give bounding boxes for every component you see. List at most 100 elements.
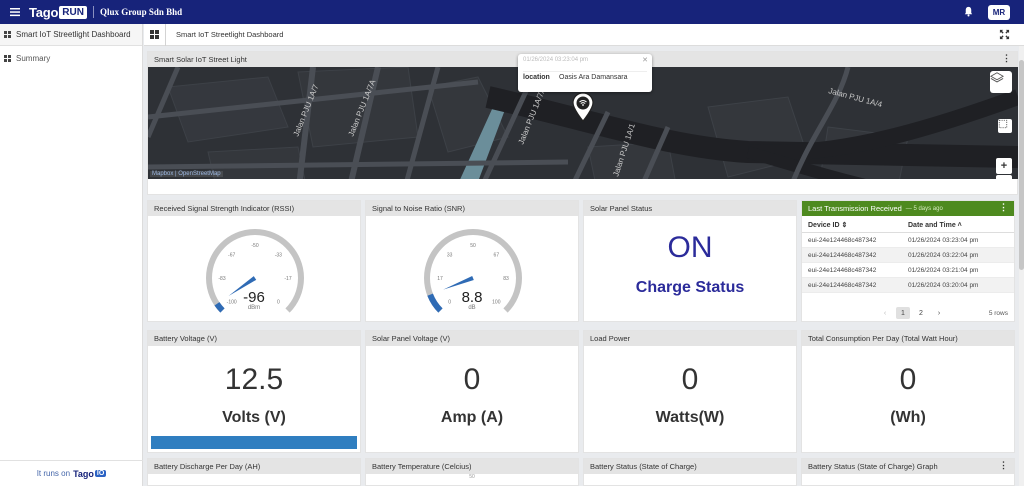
brand-logo[interactable]: Tago RUN bbox=[29, 5, 87, 20]
gauge-tick-label: -50 bbox=[251, 243, 258, 249]
cell-device: eui-24e124468c487342 bbox=[808, 236, 877, 244]
widget-header: Battery Status (State of Charge) Graph ⋮ bbox=[802, 459, 1014, 474]
dashboard-title: Smart IoT Streetlight Dashboard bbox=[176, 30, 284, 39]
table-row[interactable]: eui-24e124468c487342 01/26/2024 03:21:04… bbox=[802, 263, 1014, 278]
rssi-widget: Received Signal Strength Indicator (RSSI… bbox=[147, 200, 361, 322]
solar-status-widget: Solar Panel Status ON Charge Status bbox=[583, 200, 797, 322]
sidebar-footer[interactable]: It runs on Tago IO bbox=[0, 460, 143, 486]
sidebar: Smart IoT Streetlight Dashboard Summary … bbox=[0, 24, 143, 486]
widget-menu-icon[interactable]: ⋮ bbox=[999, 202, 1008, 213]
top-bar: Tago RUN Qlux Group Sdn Bhd MR bbox=[0, 0, 1024, 24]
popup-key: location bbox=[523, 74, 550, 81]
select-area-icon bbox=[998, 119, 1008, 129]
sidebar-item-summary[interactable]: Summary bbox=[0, 48, 142, 68]
zoom-out-button[interactable]: − bbox=[996, 175, 1012, 179]
gauge-tick-label: 17 bbox=[437, 276, 443, 282]
attribution-mapbox[interactable]: Mapbox bbox=[152, 171, 173, 177]
gauge-tick-label: 67 bbox=[494, 253, 500, 259]
sidebar-header[interactable]: Smart IoT Streetlight Dashboard bbox=[0, 24, 142, 46]
widget-title: Total Consumption Per Day (Total Watt Ho… bbox=[808, 334, 958, 343]
dashboard-grid-icon[interactable] bbox=[144, 23, 166, 46]
last-transmission-widget: Last Transmission Received — 5 days ago … bbox=[801, 200, 1015, 322]
company-name: Qlux Group Sdn Bhd bbox=[99, 7, 183, 17]
column-header-device[interactable]: Device ID ⇕ bbox=[802, 221, 908, 229]
battery-temperature-widget: Battery Temperature (Celcius) 50 bbox=[365, 458, 579, 486]
widget-title: Battery Temperature (Celcius) bbox=[372, 462, 472, 471]
close-icon[interactable]: ✕ bbox=[642, 56, 648, 64]
layers-button[interactable] bbox=[990, 71, 1012, 93]
next-page-button[interactable]: › bbox=[932, 307, 946, 319]
widget-title: Battery Voltage (V) bbox=[154, 334, 217, 343]
widget-header: Battery Temperature (Celcius) bbox=[366, 459, 578, 474]
hamburger-menu-icon[interactable] bbox=[3, 0, 27, 24]
gauge-tick-label: -67 bbox=[228, 253, 235, 259]
widget-title: Last Transmission Received bbox=[808, 204, 902, 213]
battery-voltage-unit: Volts (V) bbox=[222, 409, 286, 426]
widget-header: Last Transmission Received — 5 days ago … bbox=[802, 201, 1014, 216]
widget-title: Signal to Noise Ratio (SNR) bbox=[372, 204, 465, 213]
battery-discharge-widget: Battery Discharge Per Day (AH) bbox=[147, 458, 361, 486]
fullscreen-icon[interactable] bbox=[999, 29, 1010, 40]
panel-voltage-unit: Amp (A) bbox=[440, 409, 504, 426]
bell-icon[interactable] bbox=[963, 6, 974, 19]
table-header-row: Device ID ⇕ Date and Time ˄ bbox=[802, 218, 1014, 233]
cell-device: eui-24e124468c487342 bbox=[808, 266, 877, 274]
widget-title: Battery Discharge Per Day (AH) bbox=[154, 462, 261, 471]
temperature-tick: 50 bbox=[469, 474, 475, 480]
widget-header: Received Signal Strength Indicator (RSSI… bbox=[148, 201, 360, 216]
gauge-tick-label: -83 bbox=[218, 276, 225, 282]
scrollbar-thumb[interactable] bbox=[1019, 60, 1024, 270]
streetlight-marker[interactable] bbox=[572, 92, 594, 122]
widget-header: Battery Discharge Per Day (AH) bbox=[148, 459, 360, 474]
load-power-widget: Load Power 0 Watts(W) bbox=[583, 330, 797, 453]
rssi-value: -96 bbox=[243, 289, 265, 306]
rssi-unit: dBm bbox=[247, 305, 261, 311]
cell-time: 01/26/2024 03:22:04 pm bbox=[908, 251, 979, 259]
dashboard-header: Smart IoT Streetlight Dashboard bbox=[144, 23, 1024, 46]
dashboard-icon bbox=[4, 54, 11, 62]
widget-title: Solar Panel Voltage (V) bbox=[372, 334, 450, 343]
total-consumption-value: 0 bbox=[899, 363, 917, 396]
table-row[interactable]: eui-24e124468c487342 01/26/2024 03:23:04… bbox=[802, 233, 1014, 248]
dashboard-icon bbox=[4, 31, 11, 38]
load-power-value: 0 bbox=[681, 363, 699, 396]
gauge-needle bbox=[443, 275, 474, 290]
snr-widget: Signal to Noise Ratio (SNR) 0 17 33 50 67 83 1… bbox=[365, 200, 579, 322]
zoom-in-button[interactable]: + bbox=[996, 158, 1012, 174]
brand-badge: RUN bbox=[59, 5, 87, 19]
page-1-button[interactable]: 1 bbox=[896, 307, 910, 319]
total-consumption-unit: (Wh) bbox=[890, 409, 926, 426]
widget-header: Load Power bbox=[584, 331, 796, 346]
brand-name: Tago bbox=[29, 4, 59, 20]
solar-status-value: ON bbox=[667, 231, 713, 264]
gauge-tick-label: 83 bbox=[503, 276, 509, 282]
table-row[interactable]: eui-24e124468c487342 01/26/2024 03:20:04… bbox=[802, 278, 1014, 293]
widget-title: Smart Solar IoT Street Light bbox=[154, 55, 247, 64]
widget-menu-icon[interactable]: ⋮ bbox=[999, 460, 1008, 471]
column-header-time[interactable]: Date and Time ˄ bbox=[908, 222, 1014, 229]
brand-divider bbox=[92, 6, 94, 18]
widget-title: Received Signal Strength Indicator (RSSI… bbox=[154, 204, 295, 213]
footer-badge: IO bbox=[94, 470, 107, 477]
widget-title: Solar Panel Status bbox=[590, 204, 653, 213]
total-consumption-widget: Total Consumption Per Day (Total Watt Ho… bbox=[801, 330, 1015, 453]
table-row[interactable]: eui-24e124468c487342 01/26/2024 03:22:04… bbox=[802, 248, 1014, 263]
widget-title: Load Power bbox=[590, 334, 631, 343]
page-2-button[interactable]: 2 bbox=[914, 307, 928, 319]
widget-menu-icon[interactable]: ⋮ bbox=[1002, 53, 1011, 64]
map-attribution: Mapbox | OpenStreetMap bbox=[150, 171, 223, 177]
battery-soc-widget: Battery Status (State of Charge) bbox=[583, 458, 797, 486]
popup-value: Oasis Ara Damansara bbox=[559, 74, 628, 81]
widget-header: Solar Panel Voltage (V) bbox=[366, 331, 578, 346]
select-area-button[interactable] bbox=[998, 119, 1012, 133]
rows-count: 5 rows bbox=[988, 309, 1008, 317]
popup-timestamp: 01/26/2024 03:23:04 pm bbox=[523, 57, 589, 63]
gauge-tick-label: 33 bbox=[447, 253, 453, 259]
prev-page-button[interactable]: ‹ bbox=[878, 307, 892, 319]
attribution-osm[interactable]: OpenStreetMap bbox=[178, 171, 220, 177]
user-avatar[interactable]: MR bbox=[988, 4, 1010, 20]
gauge-tick-label: -33 bbox=[275, 253, 282, 259]
map-widget: Smart Solar IoT Street Light ⋮ Jalan PJU… bbox=[147, 51, 1018, 195]
cell-time: 01/26/2024 03:20:04 pm bbox=[908, 281, 979, 289]
widget-header: Total Consumption Per Day (Total Watt Ho… bbox=[802, 331, 1014, 346]
